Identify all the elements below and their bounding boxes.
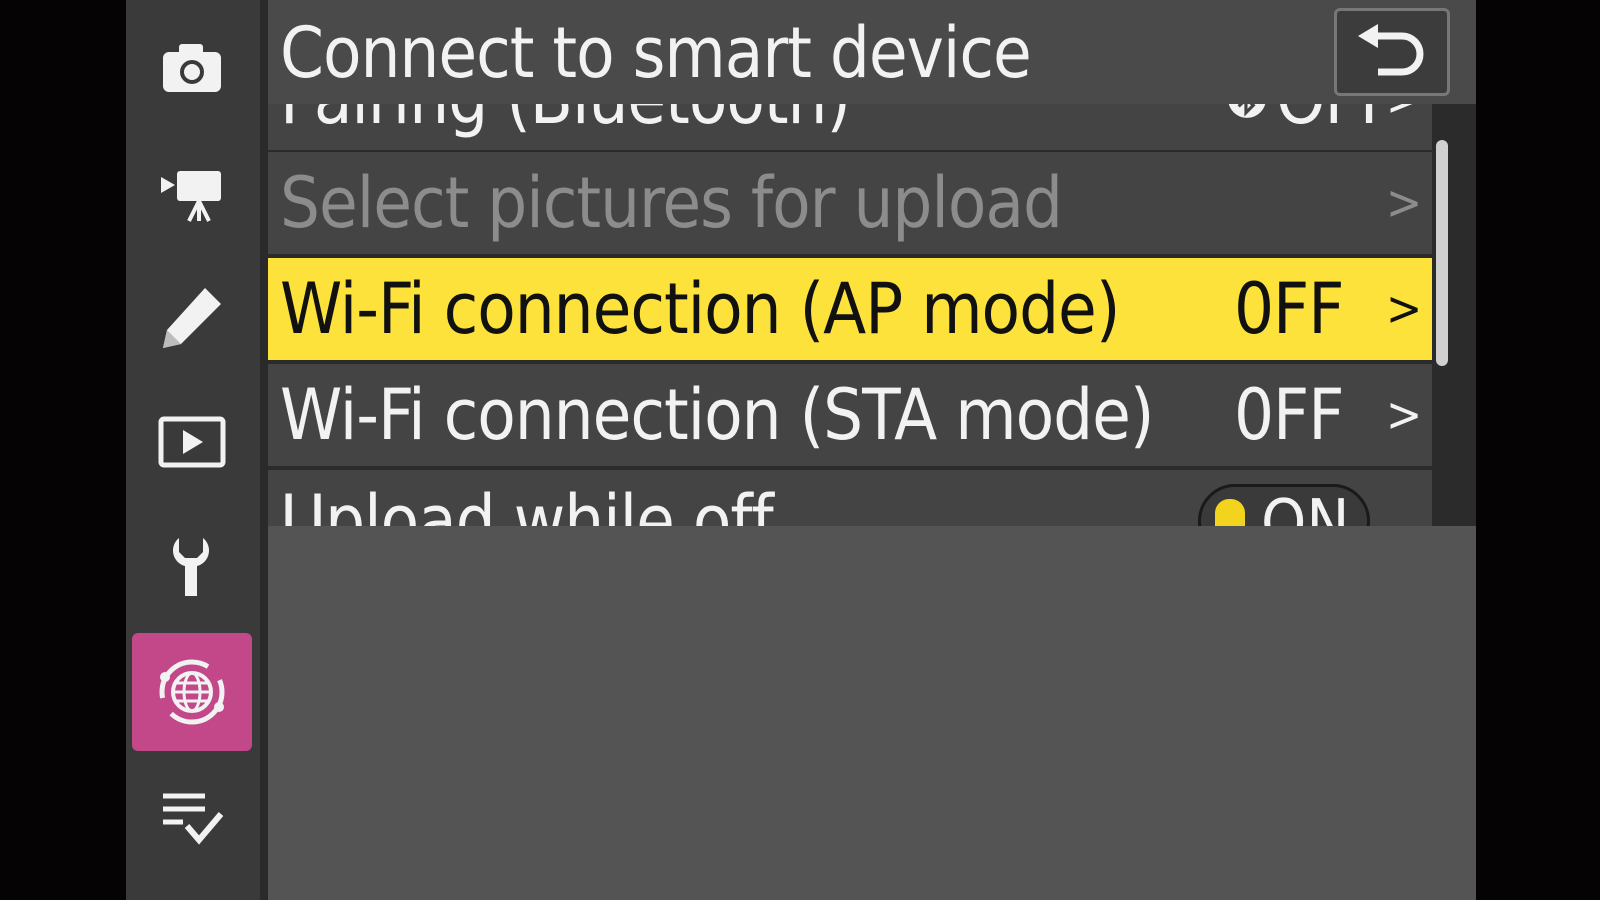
menu-tab-sidebar xyxy=(126,0,260,900)
menu-item-value: 0FF xyxy=(1234,268,1345,350)
chevron-right-icon: > xyxy=(1386,281,1423,337)
tab-photo-shooting[interactable] xyxy=(132,8,252,126)
menu-item-label: Select pictures for upload xyxy=(280,162,1063,244)
on-toggle[interactable]: ON xyxy=(1198,484,1370,526)
chevron-right-icon: > xyxy=(1386,104,1422,150)
network-globe-icon xyxy=(159,659,225,725)
chevron-right-icon: > xyxy=(1386,387,1423,443)
menu-item-value: OFF xyxy=(1276,104,1396,150)
checklist-icon xyxy=(163,793,224,845)
toggle-value: ON xyxy=(1261,487,1350,526)
menu-item-pairing-bluetooth[interactable]: Pairing (Bluetooth) OFF > xyxy=(268,104,1432,150)
pencil-icon xyxy=(163,288,221,348)
movie-camera-icon xyxy=(161,171,221,222)
tab-movie-recording[interactable] xyxy=(132,133,252,251)
tab-my-menu[interactable] xyxy=(132,758,252,876)
camera-icon xyxy=(163,44,221,92)
help-panel xyxy=(268,526,1476,900)
bluetooth-icon xyxy=(1228,104,1266,118)
scrollbar[interactable] xyxy=(1436,140,1448,366)
tab-custom-settings[interactable] xyxy=(132,258,252,376)
return-arrow-icon xyxy=(1358,24,1424,76)
menu-list: Pairing (Bluetooth) OFF > Select picture… xyxy=(268,104,1476,526)
back-button[interactable] xyxy=(1334,8,1450,96)
menu-item-label: Upload while off xyxy=(280,480,774,526)
playback-icon xyxy=(158,416,226,468)
menu-item-label: Wi-Fi connection (STA mode) xyxy=(280,374,1154,456)
menu-item-value: 0FF xyxy=(1234,374,1345,456)
menu-item-wifi-ap-mode[interactable]: Wi-Fi connection (AP mode) 0FF > xyxy=(268,258,1432,360)
menu-item-label: Wi-Fi connection (AP mode) xyxy=(280,268,1120,350)
menu-item-wifi-sta-mode[interactable]: Wi-Fi connection (STA mode) 0FF > xyxy=(268,364,1432,466)
menu-item-select-pictures[interactable]: Select pictures for upload > xyxy=(268,152,1432,254)
tab-playback[interactable] xyxy=(132,383,252,501)
camera-screen: Connect to smart device Pairing (Bluetoo… xyxy=(126,0,1476,900)
chevron-right-icon: > xyxy=(1386,175,1423,231)
page-title: Connect to smart device xyxy=(280,12,1032,94)
menu-panel: Connect to smart device Pairing (Bluetoo… xyxy=(268,0,1476,900)
menu-item-upload-while-off[interactable]: Upload while off ON xyxy=(268,470,1432,526)
menu-header: Connect to smart device xyxy=(268,0,1476,104)
tab-setup[interactable] xyxy=(132,508,252,626)
menu-item-label: Pairing (Bluetooth) xyxy=(280,104,851,150)
tab-network[interactable] xyxy=(132,633,252,751)
wrench-icon xyxy=(172,538,210,596)
toggle-knob xyxy=(1215,499,1245,526)
